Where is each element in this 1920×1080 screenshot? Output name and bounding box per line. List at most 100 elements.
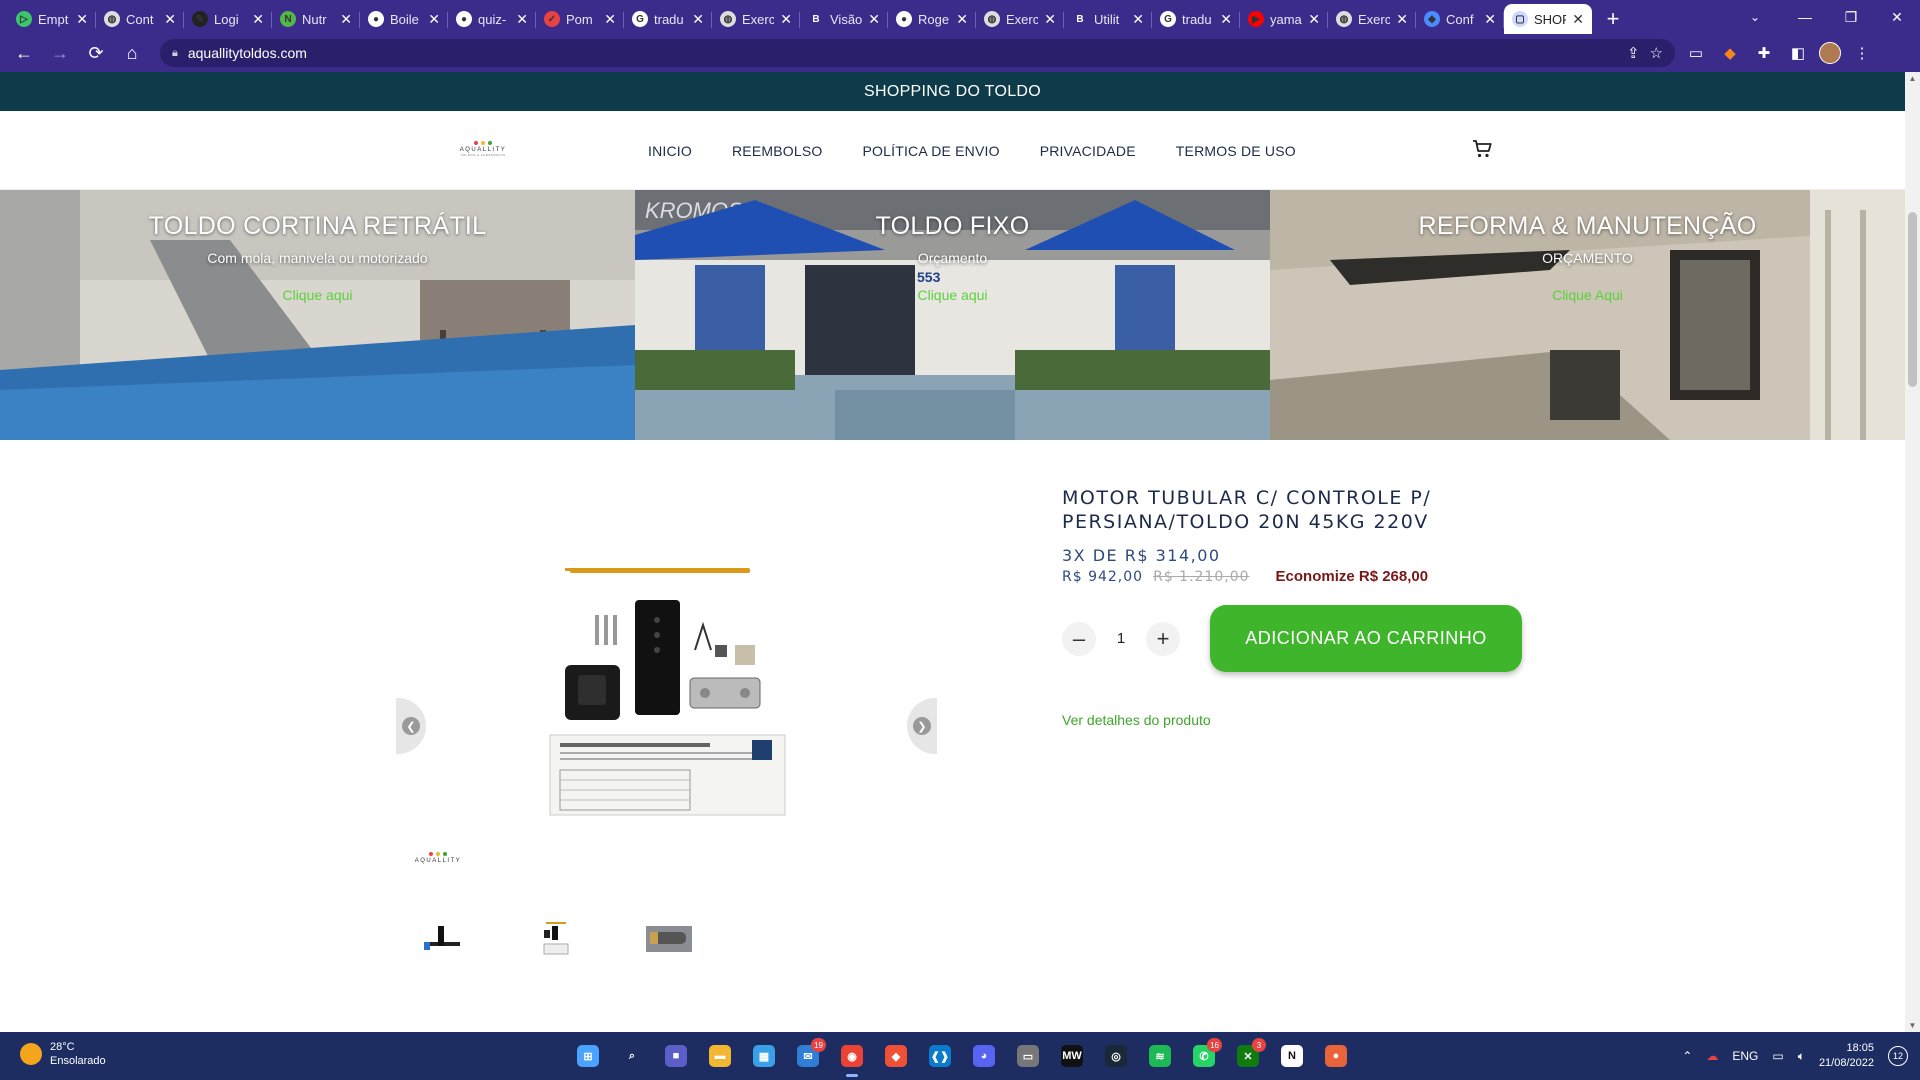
banner-reforma-link[interactable]: Clique Aqui [1270, 287, 1905, 303]
browser-tab[interactable]: ◍ Exerc ✕ [712, 4, 800, 34]
restore-icon[interactable]: ❐ [1828, 0, 1874, 34]
banner-toldo-fixo[interactable]: KROMOS 553 TOLDO FIXO Orçamento Clique a… [635, 190, 1270, 440]
banner-reforma[interactable]: REFORMA & MANUTENÇÃO ORÇAMENTO Clique Aq… [1270, 190, 1905, 440]
add-to-cart-button[interactable]: ADICIONAR AO CARRINHO [1210, 605, 1522, 672]
tab-close-icon[interactable]: ✕ [1308, 11, 1320, 28]
banner-toldo-cortina[interactable]: TOLDO CORTINA RETRÁTIL Com mola, manivel… [0, 190, 635, 440]
tray-chevron-icon[interactable]: ⌃ [1682, 1049, 1692, 1063]
browser-tab[interactable]: Gtradu ✕ [624, 4, 712, 34]
vscode-button[interactable]: ❰❱ [922, 1038, 958, 1074]
tab-close-icon[interactable]: ✕ [868, 11, 880, 28]
close-icon[interactable]: ✕ [1874, 0, 1920, 34]
browser-tab[interactable]: B Utilit ✕ [1064, 4, 1152, 34]
scroll-down-icon[interactable]: ▼ [1908, 1021, 1917, 1030]
steam-button[interactable]: ◎ [1098, 1038, 1134, 1074]
tab-close-icon[interactable]: ✕ [1044, 11, 1056, 28]
minimize-icon[interactable]: — [1782, 0, 1828, 34]
tab-close-icon[interactable]: ✕ [516, 11, 528, 28]
browser-tab[interactable]: ◆ Conf ✕ [1416, 4, 1504, 34]
browser-tab[interactable]: N Nutr ✕ [272, 4, 360, 34]
extensions-puzzle-icon[interactable]: ✚ [1751, 40, 1777, 66]
menu-item-reembolso[interactable]: REEMBOLSO [732, 143, 823, 159]
share-icon[interactable]: ⇪ [1627, 44, 1640, 62]
new-tab-button[interactable]: + [1598, 4, 1628, 34]
site-logo[interactable]: AQUALLITY TOLDOS & ACESSÓRIOS [455, 141, 511, 157]
menu-item-politica-envio[interactable]: POLÍTICA DE ENVIO [862, 143, 999, 159]
monitor-button[interactable]: ▭ [1010, 1038, 1046, 1074]
product-main-image[interactable] [540, 560, 800, 820]
tab-close-icon[interactable]: ✕ [428, 11, 440, 28]
lock-icon[interactable]: 🔒︎ [172, 47, 178, 60]
thumbnail-1[interactable] [416, 920, 466, 956]
browser-tab[interactable]: ◍ Cont ✕ [96, 4, 184, 34]
tab-search-icon[interactable]: ⌄ [1740, 4, 1770, 30]
menu-kebab-icon[interactable]: ⋮ [1849, 40, 1875, 66]
banner-fixo-link[interactable]: Clique aqui [635, 287, 1270, 303]
store-button[interactable]: ▦ [746, 1038, 782, 1074]
browser-tab[interactable]: ▢ SHOP ✕ [1504, 4, 1592, 34]
mail-button[interactable]: ✉ 19 [790, 1038, 826, 1074]
volume-icon[interactable]: 🔈︎ [1798, 1049, 1805, 1064]
sidepanel-icon[interactable]: ◧ [1785, 40, 1811, 66]
tab-close-icon[interactable]: ✕ [1396, 11, 1408, 28]
back-icon[interactable]: ← [10, 39, 38, 67]
maps-button[interactable]: ● [1318, 1038, 1354, 1074]
spotify-button[interactable]: ≋ [1142, 1038, 1178, 1074]
tray-app-icon[interactable]: ☁ [1706, 1049, 1718, 1063]
clock[interactable]: 18:05 21/08/2022 [1819, 1041, 1874, 1071]
browser-tab[interactable]: ✎ Logi ✕ [184, 4, 272, 34]
browser-tab[interactable]: ● Roge ✕ [888, 4, 976, 34]
banner-cortina-link[interactable]: Clique aqui [0, 287, 635, 303]
git-button[interactable]: ◆ [878, 1038, 914, 1074]
tab-close-icon[interactable]: ✕ [692, 11, 704, 28]
teams-button[interactable]: ■ [658, 1038, 694, 1074]
gallery-prev-button[interactable]: ❮ [396, 698, 426, 754]
browser-tab[interactable]: ✓ Pom ✕ [536, 4, 624, 34]
weather-widget[interactable]: 28°C Ensolarado [20, 1040, 106, 1068]
scrollbar-thumb[interactable] [1908, 212, 1917, 387]
menu-item-privacidade[interactable]: PRIVACIDADE [1040, 143, 1136, 159]
page-scrollbar[interactable]: ▲ ▼ [1905, 72, 1920, 1032]
quantity-decrease-button[interactable]: – [1062, 621, 1096, 656]
network-icon[interactable]: ▭ [1772, 1049, 1783, 1063]
tab-close-icon[interactable]: ✕ [1572, 11, 1584, 28]
quantity-increase-button[interactable]: + [1146, 621, 1180, 656]
extension-screen-icon[interactable]: ▭ [1683, 40, 1709, 66]
url-input[interactable]: 🔒︎ aquallitytoldos.com ⇪ ☆ [160, 39, 1675, 67]
tab-close-icon[interactable]: ✕ [76, 11, 88, 28]
search-button[interactable]: ⌕ [614, 1038, 650, 1074]
whatsapp-button[interactable]: ✆ 16 [1186, 1038, 1222, 1074]
browser-tab[interactable]: ▷ Empt ✕ [8, 4, 96, 34]
cart-icon[interactable] [1470, 137, 1494, 161]
gallery-next-button[interactable]: ❯ [907, 698, 937, 754]
tab-close-icon[interactable]: ✕ [252, 11, 264, 28]
menu-item-termos[interactable]: TERMOS DE USO [1176, 143, 1296, 159]
tab-close-icon[interactable]: ✕ [164, 11, 176, 28]
file-explorer-button[interactable]: ▬ [702, 1038, 738, 1074]
language-indicator[interactable]: ENG [1732, 1049, 1758, 1063]
tab-close-icon[interactable]: ✕ [1132, 11, 1144, 28]
mw-button[interactable]: MW [1054, 1038, 1090, 1074]
forward-icon[interactable]: → [46, 39, 74, 67]
profile-avatar[interactable] [1819, 42, 1841, 64]
quantity-value[interactable]: 1 [1096, 630, 1146, 647]
product-details-link[interactable]: Ver detalhes do produto [1062, 712, 1532, 728]
reload-icon[interactable]: ⟳ [82, 39, 110, 67]
xbox-button[interactable]: ✕ 3 [1230, 1038, 1266, 1074]
thumbnail-3[interactable] [644, 920, 694, 956]
browser-tab[interactable]: Gtradu ✕ [1152, 4, 1240, 34]
tab-close-icon[interactable]: ✕ [340, 11, 352, 28]
browser-tab[interactable]: ◍ Exerc ✕ [1328, 4, 1416, 34]
browser-tab[interactable]: B Visão ✕ [800, 4, 888, 34]
chrome-button[interactable]: ◉ [834, 1038, 870, 1077]
url-text[interactable]: aquallitytoldos.com [188, 45, 307, 61]
notion-button[interactable]: N [1274, 1038, 1310, 1074]
tab-close-icon[interactable]: ✕ [1484, 11, 1496, 28]
browser-tab[interactable]: ● quiz- ✕ [448, 4, 536, 34]
browser-tab[interactable]: ● Boile ✕ [360, 4, 448, 34]
tab-close-icon[interactable]: ✕ [604, 11, 616, 28]
browser-tab[interactable]: ◍ Exerc ✕ [976, 4, 1064, 34]
menu-item-inicio[interactable]: INICIO [648, 143, 692, 159]
tab-close-icon[interactable]: ✕ [956, 11, 968, 28]
scroll-up-icon[interactable]: ▲ [1908, 74, 1917, 83]
